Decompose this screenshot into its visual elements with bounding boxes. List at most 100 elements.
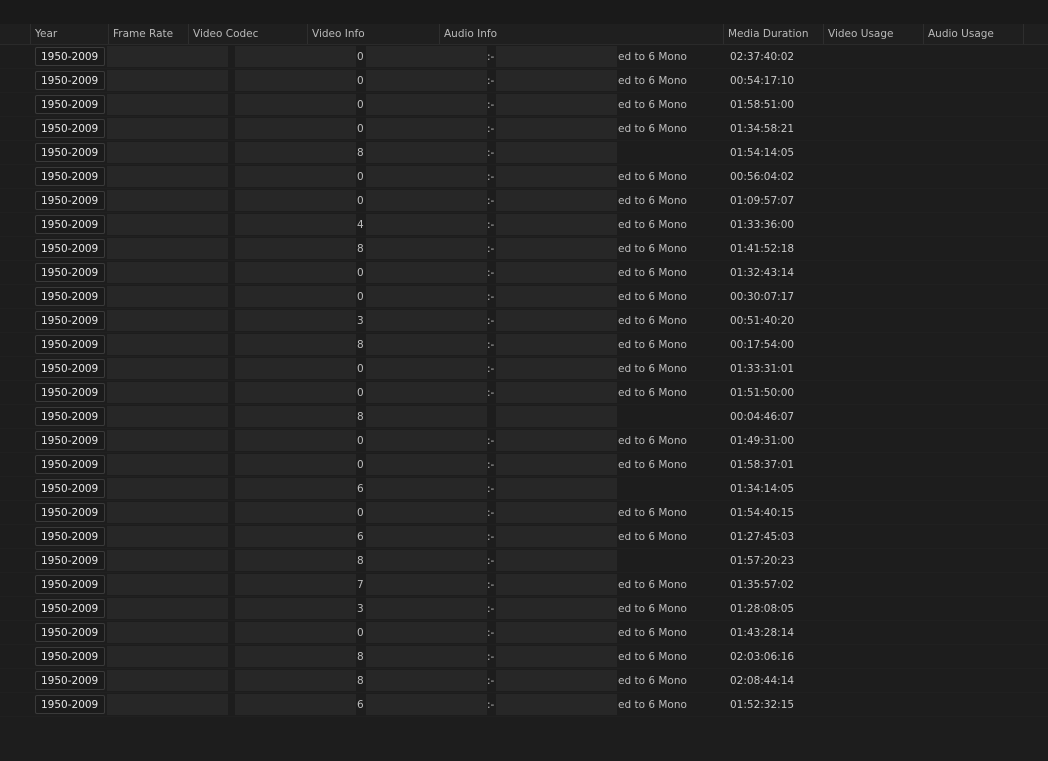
audio-info-cell[interactable] xyxy=(496,646,617,667)
video-codec-cell[interactable] xyxy=(235,70,356,91)
video-info-cell[interactable] xyxy=(366,334,487,355)
video-codec-cell[interactable] xyxy=(235,262,356,283)
table-row[interactable]: 1950-2009 6:- 01:34:14:05 xyxy=(0,477,1048,501)
table-row[interactable]: 1950-2009 0:- ed to 6 Mono 01:33:31:01 xyxy=(0,357,1048,381)
year-field[interactable]: 1950-2009 xyxy=(35,599,105,618)
audio-info-cell[interactable] xyxy=(496,574,617,595)
audio-info-cell[interactable] xyxy=(496,598,617,619)
audio-info-cell[interactable] xyxy=(496,46,617,67)
video-codec-cell[interactable] xyxy=(235,502,356,523)
audio-info-cell[interactable] xyxy=(496,286,617,307)
video-info-cell[interactable] xyxy=(366,646,487,667)
audio-info-cell[interactable] xyxy=(496,622,617,643)
frame-rate-cell[interactable] xyxy=(107,190,228,211)
year-field[interactable]: 1950-2009 xyxy=(35,671,105,690)
table-row[interactable]: 1950-2009 3:- ed to 6 Mono 00:51:40:20 xyxy=(0,309,1048,333)
year-field[interactable]: 1950-2009 xyxy=(35,119,105,138)
year-field[interactable]: 1950-2009 xyxy=(35,335,105,354)
video-info-cell[interactable] xyxy=(366,358,487,379)
video-codec-cell[interactable] xyxy=(235,622,356,643)
frame-rate-cell[interactable] xyxy=(107,646,228,667)
audio-info-cell[interactable] xyxy=(496,694,617,715)
audio-info-cell[interactable] xyxy=(496,262,617,283)
audio-info-cell[interactable] xyxy=(496,550,617,571)
video-info-cell[interactable] xyxy=(366,382,487,403)
frame-rate-cell[interactable] xyxy=(107,430,228,451)
video-info-cell[interactable] xyxy=(366,670,487,691)
year-field[interactable]: 1950-2009 xyxy=(35,455,105,474)
video-codec-cell[interactable] xyxy=(235,358,356,379)
frame-rate-cell[interactable] xyxy=(107,478,228,499)
video-info-cell[interactable] xyxy=(366,262,487,283)
video-codec-cell[interactable] xyxy=(235,286,356,307)
year-field[interactable]: 1950-2009 xyxy=(35,503,105,522)
year-field[interactable]: 1950-2009 xyxy=(35,215,105,234)
table-row[interactable]: 1950-2009 0:- ed to 6 Mono 01:43:28:14 xyxy=(0,621,1048,645)
table-row[interactable]: 1950-2009 0:- ed to 6 Mono 01:58:51:00 xyxy=(0,93,1048,117)
video-codec-cell[interactable] xyxy=(235,142,356,163)
video-codec-cell[interactable] xyxy=(235,646,356,667)
video-codec-cell[interactable] xyxy=(235,166,356,187)
year-field[interactable]: 1950-2009 xyxy=(35,647,105,666)
column-header-frame-rate[interactable]: Frame Rate xyxy=(108,24,188,44)
video-info-cell[interactable] xyxy=(366,694,487,715)
year-field[interactable]: 1950-2009 xyxy=(35,383,105,402)
column-header-year[interactable]: Year xyxy=(30,24,108,44)
video-info-cell[interactable] xyxy=(366,550,487,571)
video-info-cell[interactable] xyxy=(366,526,487,547)
video-codec-cell[interactable] xyxy=(235,694,356,715)
frame-rate-cell[interactable] xyxy=(107,670,228,691)
video-info-cell[interactable] xyxy=(366,622,487,643)
table-row[interactable]: 1950-2009 8:- ed to 6 Mono 00:17:54:00 xyxy=(0,333,1048,357)
video-codec-cell[interactable] xyxy=(235,406,356,427)
frame-rate-cell[interactable] xyxy=(107,334,228,355)
year-field[interactable]: 1950-2009 xyxy=(35,431,105,450)
year-field[interactable]: 1950-2009 xyxy=(35,71,105,90)
video-info-cell[interactable] xyxy=(366,214,487,235)
column-header-media-duration[interactable]: Media Duration xyxy=(723,24,823,44)
frame-rate-cell[interactable] xyxy=(107,382,228,403)
audio-info-cell[interactable] xyxy=(496,478,617,499)
frame-rate-cell[interactable] xyxy=(107,238,228,259)
frame-rate-cell[interactable] xyxy=(107,214,228,235)
frame-rate-cell[interactable] xyxy=(107,118,228,139)
column-header-audio-usage[interactable]: Audio Usage xyxy=(923,24,1023,44)
year-field[interactable]: 1950-2009 xyxy=(35,47,105,66)
video-codec-cell[interactable] xyxy=(235,382,356,403)
audio-info-cell[interactable] xyxy=(496,190,617,211)
audio-info-cell[interactable] xyxy=(496,214,617,235)
video-codec-cell[interactable] xyxy=(235,430,356,451)
year-field[interactable]: 1950-2009 xyxy=(35,479,105,498)
frame-rate-cell[interactable] xyxy=(107,286,228,307)
frame-rate-cell[interactable] xyxy=(107,166,228,187)
frame-rate-cell[interactable] xyxy=(107,94,228,115)
video-codec-cell[interactable] xyxy=(235,550,356,571)
video-info-cell[interactable] xyxy=(366,238,487,259)
video-codec-cell[interactable] xyxy=(235,310,356,331)
table-row[interactable]: 1950-2009 6:- ed to 6 Mono 01:27:45:03 xyxy=(0,525,1048,549)
video-info-cell[interactable] xyxy=(366,310,487,331)
video-info-cell[interactable] xyxy=(366,190,487,211)
year-field[interactable]: 1950-2009 xyxy=(35,623,105,642)
year-field[interactable]: 1950-2009 xyxy=(35,695,105,714)
video-codec-cell[interactable] xyxy=(235,94,356,115)
year-field[interactable]: 1950-2009 xyxy=(35,527,105,546)
video-codec-cell[interactable] xyxy=(235,190,356,211)
table-row[interactable]: 1950-2009 8:- 01:54:14:05 xyxy=(0,141,1048,165)
video-codec-cell[interactable] xyxy=(235,598,356,619)
video-codec-cell[interactable] xyxy=(235,118,356,139)
video-codec-cell[interactable] xyxy=(235,214,356,235)
video-info-cell[interactable] xyxy=(366,118,487,139)
table-row[interactable]: 1950-2009 0:- ed to 6 Mono 01:09:57:07 xyxy=(0,189,1048,213)
table-row[interactable]: 1950-2009 0:- ed to 6 Mono 01:54:40:15 xyxy=(0,501,1048,525)
table-row[interactable]: 1950-2009 8 00:04:46:07 xyxy=(0,405,1048,429)
video-info-cell[interactable] xyxy=(366,166,487,187)
table-row[interactable]: 1950-2009 0:- ed to 6 Mono 00:30:07:17 xyxy=(0,285,1048,309)
frame-rate-cell[interactable] xyxy=(107,310,228,331)
video-codec-cell[interactable] xyxy=(235,670,356,691)
audio-info-cell[interactable] xyxy=(496,358,617,379)
year-field[interactable]: 1950-2009 xyxy=(35,287,105,306)
video-codec-cell[interactable] xyxy=(235,238,356,259)
year-field[interactable]: 1950-2009 xyxy=(35,551,105,570)
table-row[interactable]: 1950-2009 4:- ed to 6 Mono 01:33:36:00 xyxy=(0,213,1048,237)
